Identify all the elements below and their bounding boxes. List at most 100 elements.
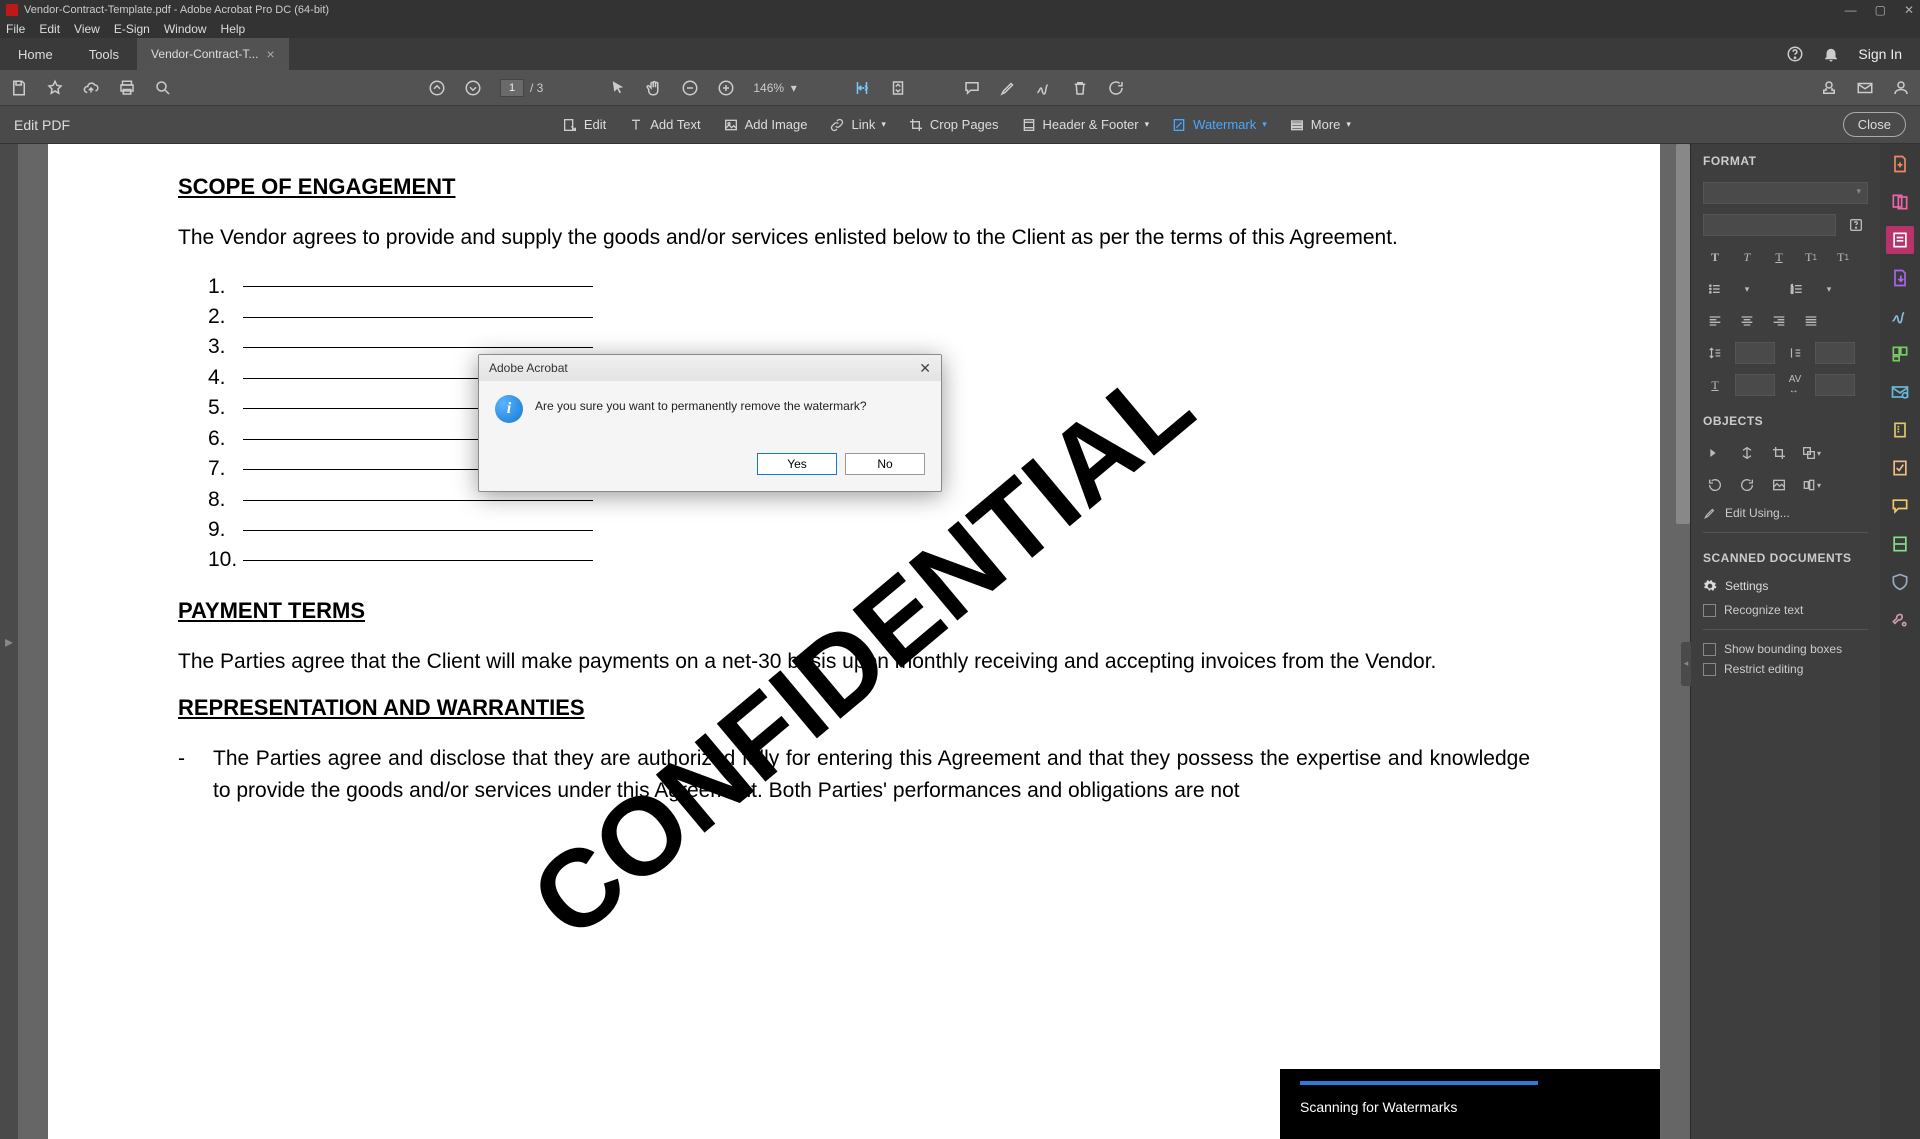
rail-comment-icon[interactable] [1886, 492, 1914, 520]
rail-sign-icon[interactable] [1886, 302, 1914, 330]
rail-scan-icon[interactable] [1886, 530, 1914, 558]
sign-icon[interactable] [1035, 79, 1053, 97]
paragraph-spacing-icon[interactable] [1783, 342, 1807, 364]
paragraph-spacing-select[interactable] [1815, 342, 1855, 364]
recognize-text-checkbox[interactable]: Recognize text [1703, 603, 1868, 617]
page-down-icon[interactable] [464, 79, 482, 97]
tab-tools[interactable]: Tools [71, 38, 137, 70]
menu-view[interactable]: View [74, 22, 100, 36]
help-icon[interactable] [1786, 45, 1804, 63]
menu-file[interactable]: File [6, 22, 25, 36]
rail-send-icon[interactable] [1886, 378, 1914, 406]
flip-horizontal-icon[interactable] [1703, 442, 1727, 464]
document-viewport[interactable]: CONFIDENTIAL SCOPE OF ENGAGEMENT The Ven… [18, 144, 1690, 1139]
align-justify-icon[interactable] [1799, 310, 1823, 332]
header-footer-action[interactable]: Header & Footer▾ [1021, 117, 1150, 133]
search-icon[interactable] [154, 79, 172, 97]
numbered-list-dropdown[interactable]: ▾ [1817, 278, 1841, 300]
watermark-action[interactable]: Watermark▾ [1171, 117, 1267, 133]
subscript-icon[interactable]: T1 [1831, 246, 1855, 268]
font-family-select[interactable]: ▾ [1703, 182, 1868, 204]
rotate-ccw-icon[interactable] [1703, 474, 1727, 496]
menu-esign[interactable]: E-Sign [114, 22, 150, 36]
char-spacing-select[interactable] [1815, 374, 1855, 396]
horizontal-scale-select[interactable] [1735, 374, 1775, 396]
fit-width-icon[interactable] [853, 79, 871, 97]
maximize-button[interactable]: ▢ [1875, 3, 1886, 17]
dialog-close-icon[interactable]: ✕ [919, 360, 931, 377]
rotate-icon[interactable] [1107, 79, 1125, 97]
arrange-icon[interactable]: ▾ [1799, 442, 1823, 464]
rotate-cw-icon[interactable] [1735, 474, 1759, 496]
rail-fill-sign-icon[interactable] [1886, 454, 1914, 482]
align-center-icon[interactable] [1735, 310, 1759, 332]
bullet-list-icon[interactable] [1703, 278, 1727, 300]
tab-close-icon[interactable]: × [266, 46, 274, 62]
align-objects-icon[interactable]: ▾ [1799, 474, 1823, 496]
settings-button[interactable]: Settings [1703, 579, 1868, 593]
bold-icon[interactable]: T [1703, 246, 1727, 268]
dialog-yes-button[interactable]: Yes [757, 453, 837, 475]
select-tool-icon[interactable] [609, 79, 627, 97]
comment-icon[interactable] [963, 79, 981, 97]
minimize-button[interactable]: — [1845, 3, 1857, 17]
menu-help[interactable]: Help [221, 22, 246, 36]
replace-image-icon[interactable] [1767, 474, 1791, 496]
rail-create-pdf-icon[interactable] [1886, 150, 1914, 178]
left-panel-toggle[interactable]: ▸ [0, 144, 18, 1139]
rail-compress-icon[interactable] [1886, 416, 1914, 444]
delete-icon[interactable] [1071, 79, 1089, 97]
rail-edit-pdf-icon[interactable] [1886, 226, 1914, 254]
tab-document[interactable]: Vendor-Contract-T... × [137, 38, 289, 70]
align-right-icon[interactable] [1767, 310, 1791, 332]
notifications-icon[interactable] [1822, 45, 1840, 63]
star-icon[interactable] [46, 79, 64, 97]
line-spacing-icon[interactable] [1703, 342, 1727, 364]
add-text-action[interactable]: Add Text [628, 117, 700, 133]
tab-home[interactable]: Home [0, 38, 71, 70]
print-icon[interactable] [118, 79, 136, 97]
line-spacing-select[interactable] [1735, 342, 1775, 364]
underline-icon[interactable]: T [1767, 246, 1791, 268]
format-panel-toggle[interactable]: ◂ [1681, 642, 1691, 686]
page-up-icon[interactable] [428, 79, 446, 97]
crop-pages-action[interactable]: Crop Pages [908, 117, 999, 133]
char-spacing-icon[interactable]: AV↔ [1783, 374, 1807, 396]
more-action[interactable]: More▾ [1289, 117, 1351, 133]
rail-export-icon[interactable] [1886, 264, 1914, 292]
highlight-icon[interactable] [999, 79, 1017, 97]
mail-icon[interactable] [1856, 79, 1874, 97]
show-bounding-boxes-checkbox[interactable]: Show bounding boxes [1703, 642, 1868, 656]
fit-page-icon[interactable] [889, 79, 907, 97]
menu-edit[interactable]: Edit [39, 22, 60, 36]
italic-icon[interactable]: T [1735, 246, 1759, 268]
flip-vertical-icon[interactable] [1735, 442, 1759, 464]
bullet-list-dropdown[interactable]: ▾ [1735, 278, 1759, 300]
zoom-out-icon[interactable] [681, 79, 699, 97]
rail-more-tools-icon[interactable] [1886, 606, 1914, 634]
menu-window[interactable]: Window [164, 22, 207, 36]
link-action[interactable]: Link▾ [829, 117, 885, 133]
sign-in-link[interactable]: Sign In [1858, 46, 1902, 62]
stamp-icon[interactable] [1820, 79, 1838, 97]
help-format-icon[interactable] [1844, 214, 1868, 236]
align-left-icon[interactable] [1703, 310, 1727, 332]
page-number-input[interactable] [500, 79, 524, 97]
add-image-action[interactable]: Add Image [723, 117, 808, 133]
close-edit-button[interactable]: Close [1843, 112, 1906, 137]
dialog-no-button[interactable]: No [845, 453, 925, 475]
crop-object-icon[interactable] [1767, 442, 1791, 464]
horizontal-scale-icon[interactable]: T [1703, 374, 1727, 396]
superscript-icon[interactable]: T1 [1799, 246, 1823, 268]
account-icon[interactable] [1892, 79, 1910, 97]
rail-organize-icon[interactable] [1886, 340, 1914, 368]
zoom-level-label[interactable]: 146% ▾ [753, 81, 796, 95]
rail-combine-icon[interactable] [1886, 188, 1914, 216]
close-window-button[interactable]: ✕ [1904, 3, 1914, 17]
cloud-upload-icon[interactable] [82, 79, 100, 97]
edit-using-button[interactable]: Edit Using... [1703, 506, 1868, 520]
save-icon[interactable] [10, 79, 28, 97]
font-size-select[interactable] [1703, 214, 1836, 236]
edit-action[interactable]: Edit [562, 117, 606, 133]
zoom-in-icon[interactable] [717, 79, 735, 97]
